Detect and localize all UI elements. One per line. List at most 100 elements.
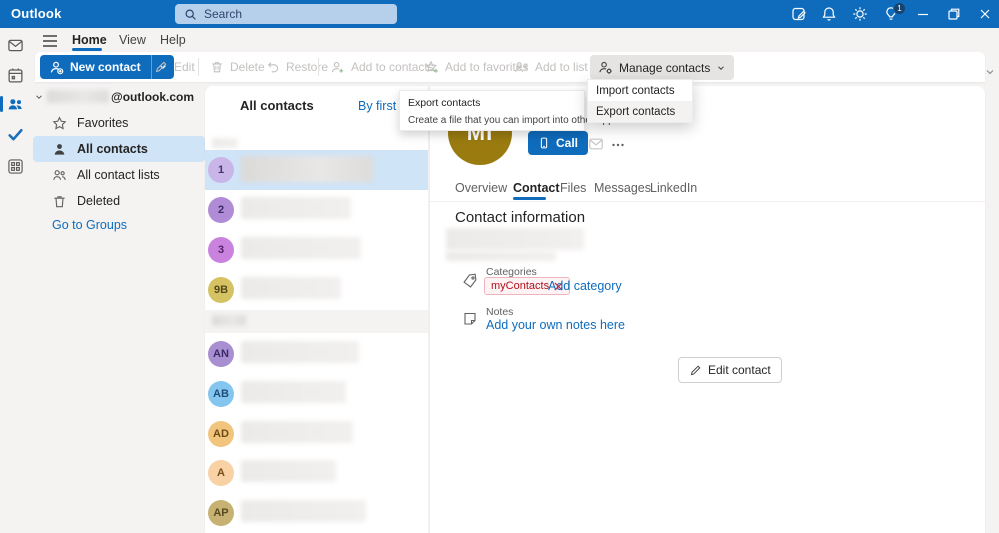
rail-calendar-icon[interactable]: [7, 67, 24, 84]
contact-information-title: Contact information: [455, 209, 585, 226]
redacted-contact-name: [241, 460, 336, 482]
more-options-icon[interactable]: [610, 137, 626, 153]
contact-avatar[interactable]: A: [208, 460, 234, 486]
menu-item-import-contacts[interactable]: Import contacts: [588, 80, 692, 101]
edit-button: Edit: [150, 55, 199, 79]
people-icon: [52, 168, 67, 183]
add-notes-link[interactable]: Add your own notes here: [486, 318, 625, 332]
person-plus-icon: [330, 60, 345, 75]
restore-button: Restore: [262, 55, 332, 79]
detail-tab-linkedin[interactable]: LinkedIn: [650, 181, 697, 195]
add-category-link[interactable]: Add category: [548, 279, 622, 293]
redacted-group-header: [212, 138, 238, 148]
search-icon: [184, 8, 197, 21]
title-bar: Outlook Search 1: [0, 0, 999, 28]
redacted-contact-name: [241, 237, 361, 259]
divider: [198, 58, 199, 76]
contact-avatar[interactable]: 3: [208, 237, 234, 263]
sidebar-item-favorites[interactable]: Favorites: [33, 110, 205, 136]
redacted-group-header: [212, 315, 246, 326]
ribbon-collapse-chevron[interactable]: [984, 66, 996, 78]
search-placeholder: Search: [204, 7, 242, 21]
tab-home[interactable]: Home: [72, 33, 107, 47]
tooltip-title: Export contacts: [408, 97, 576, 109]
manage-contacts-menu: Import contacts Export contacts: [587, 79, 693, 123]
export-contacts-tooltip: Export contacts Create a file that you c…: [399, 90, 585, 131]
tab-view[interactable]: View: [119, 33, 146, 47]
redacted-contact-field: [446, 228, 584, 250]
rail-todo-icon[interactable]: [7, 126, 24, 143]
account-collapse-chevron[interactable]: [34, 92, 44, 102]
notifications-bell-icon[interactable]: [821, 6, 837, 22]
redacted-account-name: [47, 90, 109, 103]
star-plus-icon: [424, 60, 439, 75]
search-input[interactable]: Search: [175, 4, 397, 24]
hamburger-menu-icon[interactable]: [42, 34, 58, 48]
go-to-groups-link[interactable]: Go to Groups: [52, 218, 127, 232]
redacted-contact-name: [241, 500, 366, 522]
rail-more-apps-icon[interactable]: [7, 158, 24, 175]
contact-list-title: All contacts: [240, 98, 314, 113]
detail-tab-messages[interactable]: Messages: [594, 181, 651, 195]
person-add-icon: [49, 60, 64, 75]
people-list-icon: [514, 60, 529, 75]
person-gear-icon: [598, 60, 613, 75]
detail-tab-files[interactable]: Files: [560, 181, 586, 195]
tooltip-description: Create a file that you can import into o…: [408, 115, 576, 126]
undo-arrow-icon: [266, 60, 280, 74]
trash-icon: [210, 60, 224, 74]
rail-active-indicator: [0, 96, 3, 112]
redacted-contact-name: [241, 381, 346, 403]
contact-avatar[interactable]: AD: [208, 421, 234, 447]
email-icon-disabled: [588, 136, 604, 152]
pencil-icon: [689, 364, 702, 377]
star-icon: [52, 116, 67, 131]
chevron-down-icon: [716, 63, 726, 73]
redacted-contact-name: [241, 277, 341, 299]
feedback-icon[interactable]: [791, 6, 807, 22]
sidebar-item-all-contacts[interactable]: All contacts: [33, 136, 205, 162]
contact-avatar[interactable]: 9B: [208, 277, 234, 303]
tag-icon: [462, 273, 478, 289]
tips-badge: 1: [893, 2, 906, 15]
new-contact-label: New contact: [70, 60, 141, 74]
redacted-contact-field: [446, 251, 556, 261]
contact-avatar[interactable]: AN: [208, 341, 234, 367]
redacted-contact-name: [241, 341, 359, 363]
delete-button: Delete: [206, 55, 269, 79]
account-domain[interactable]: @outlook.com: [111, 90, 194, 104]
contact-avatar[interactable]: AB: [208, 381, 234, 407]
redacted-contact-name: [241, 197, 351, 219]
contact-avatar[interactable]: AP: [208, 500, 234, 526]
detail-active-tab-underline: [513, 197, 546, 200]
divider: [318, 58, 319, 76]
sidebar-item-deleted[interactable]: Deleted: [33, 188, 205, 214]
call-button[interactable]: Call: [528, 131, 588, 155]
pencil-icon: [154, 60, 168, 74]
notes-icon: [462, 311, 478, 327]
active-tab-underline: [72, 48, 102, 51]
menu-item-export-contacts[interactable]: Export contacts: [588, 101, 692, 122]
detail-tab-contact[interactable]: Contact: [513, 181, 560, 195]
tab-help[interactable]: Help: [160, 33, 186, 47]
redacted-contact-name: [241, 156, 373, 182]
manage-contacts-button[interactable]: Manage contacts: [590, 55, 734, 80]
restore-window-button[interactable]: [946, 6, 962, 22]
app-logo[interactable]: Outlook: [11, 6, 62, 21]
close-window-button[interactable]: [977, 6, 993, 22]
divider: [430, 201, 985, 202]
edit-contact-button[interactable]: Edit contact: [678, 357, 782, 383]
rail-mail-icon[interactable]: [7, 37, 24, 54]
detail-tab-overview[interactable]: Overview: [455, 181, 507, 195]
minimize-button[interactable]: [915, 6, 931, 22]
settings-gear-icon[interactable]: [852, 6, 868, 22]
rail-people-icon[interactable]: [7, 96, 24, 113]
trash-icon: [52, 194, 67, 209]
notes-label: Notes: [486, 306, 513, 318]
contact-avatar[interactable]: 2: [208, 197, 234, 223]
contact-avatar[interactable]: 1: [208, 157, 234, 183]
sidebar-item-all-contact-lists[interactable]: All contact lists: [33, 162, 205, 188]
menu-bar: [0, 28, 999, 52]
redacted-contact-name: [241, 421, 353, 443]
phone-icon: [538, 137, 550, 149]
